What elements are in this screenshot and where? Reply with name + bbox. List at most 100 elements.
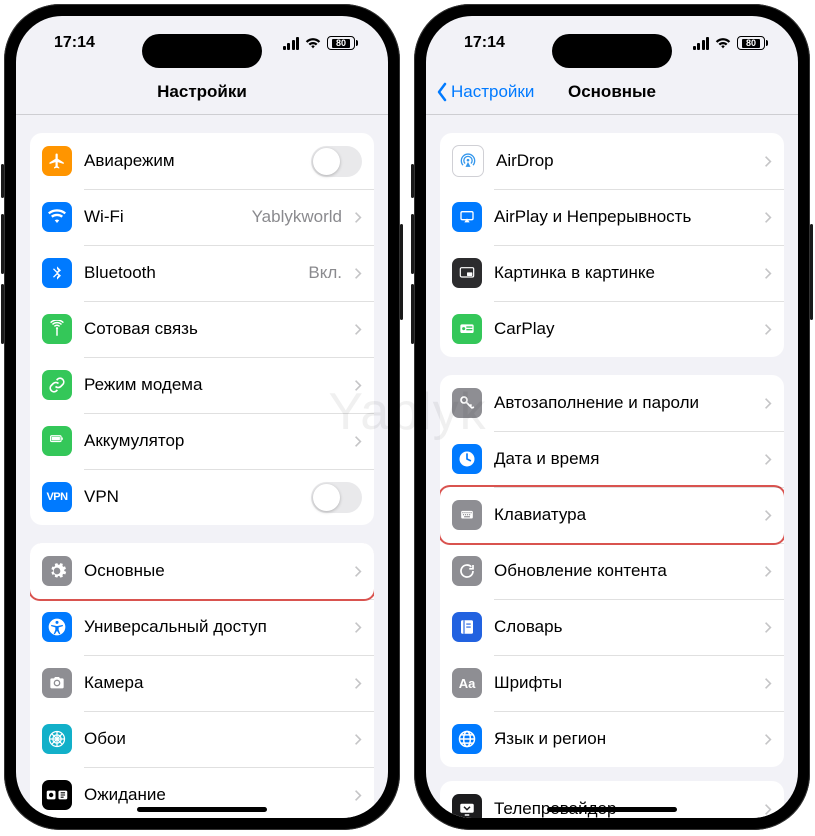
settings-row[interactable]: AaШрифты xyxy=(440,655,784,711)
battery-status-icon: 80 xyxy=(327,36,358,50)
settings-row[interactable]: AirDrop xyxy=(440,133,784,189)
settings-row[interactable]: Сотовая связь xyxy=(30,301,374,357)
content-left[interactable]: Авиарежим Wi-Fi Yablykworld BluetoothВкл. Со… xyxy=(16,115,388,818)
battery-icon xyxy=(42,426,72,456)
vol-up[interactable] xyxy=(1,214,4,274)
chevron-right-icon xyxy=(354,789,362,802)
vol-up[interactable] xyxy=(411,214,414,274)
row-label: Wi-Fi xyxy=(84,207,240,227)
power-btn[interactable] xyxy=(400,224,403,320)
signal-icon xyxy=(693,37,710,50)
wifi-status-icon xyxy=(714,36,732,50)
settings-row[interactable]: Дата и время xyxy=(440,431,784,487)
toggle-switch[interactable] xyxy=(311,482,362,513)
row-label: Обои xyxy=(84,729,342,749)
settings-row[interactable]: Режим модема xyxy=(30,357,374,413)
settings-row[interactable]: Язык и регион xyxy=(440,711,784,767)
mute-switch[interactable] xyxy=(1,164,4,198)
row-value: Yablykworld xyxy=(252,207,342,227)
chevron-right-icon xyxy=(764,509,772,522)
chevron-right-icon xyxy=(354,733,362,746)
row-label: Универсальный доступ xyxy=(84,617,342,637)
settings-row[interactable]: Wi-Fi Yablykworld xyxy=(30,189,374,245)
settings-row[interactable]: Универсальный доступ xyxy=(30,599,374,655)
row-value: Вкл. xyxy=(308,263,342,283)
link-icon xyxy=(42,370,72,400)
row-label: Ожидание xyxy=(84,785,342,805)
settings-row[interactable]: Обои xyxy=(30,711,374,767)
fonts-icon: Aa xyxy=(452,668,482,698)
row-label: VPN xyxy=(84,487,299,507)
refresh-icon xyxy=(452,556,482,586)
vpn-icon: VPN xyxy=(42,482,72,512)
row-label: Клавиатура xyxy=(494,505,752,525)
mute-switch[interactable] xyxy=(411,164,414,198)
row-label: Язык и регион xyxy=(494,729,752,749)
settings-row[interactable]: Клавиатура xyxy=(440,487,784,543)
accessibility-icon xyxy=(42,612,72,642)
key-icon xyxy=(452,388,482,418)
navbar: Настройки Основные xyxy=(426,70,798,115)
group-tv: Телепровайдер xyxy=(440,781,784,818)
status-time: 17:14 xyxy=(54,34,95,52)
chevron-right-icon xyxy=(764,397,772,410)
vol-down[interactable] xyxy=(1,284,4,344)
page-title: Основные xyxy=(568,82,656,102)
chevron-right-icon xyxy=(764,565,772,578)
settings-row[interactable]: Словарь xyxy=(440,599,784,655)
chevron-right-icon xyxy=(764,677,772,690)
chevron-right-icon xyxy=(764,155,772,168)
settings-row[interactable]: AirPlay и Непрерывность xyxy=(440,189,784,245)
toggle-switch[interactable] xyxy=(311,146,362,177)
status-time: 17:14 xyxy=(464,34,505,52)
chevron-right-icon xyxy=(764,211,772,224)
settings-row[interactable]: Обновление контента xyxy=(440,543,784,599)
chevron-right-icon xyxy=(354,621,362,634)
settings-row[interactable]: Картинка в картинке xyxy=(440,245,784,301)
settings-row[interactable]: Автозаполнение и пароли xyxy=(440,375,784,431)
row-label: Сотовая связь xyxy=(84,319,342,339)
chevron-right-icon xyxy=(764,267,772,280)
back-button[interactable]: Настройки xyxy=(436,70,534,114)
wifi-status-icon xyxy=(304,36,322,50)
content-right[interactable]: AirDropAirPlay и НепрерывностьКартинка в… xyxy=(426,115,798,818)
wallpaper-icon xyxy=(42,724,72,754)
vol-down[interactable] xyxy=(411,284,414,344)
settings-row[interactable]: Основные xyxy=(30,543,374,599)
settings-row[interactable]: Аккумулятор xyxy=(30,413,374,469)
phone-left: 17:14 80 Настройки АвиарежимWi-FiYablykw… xyxy=(4,4,400,830)
settings-row[interactable]: Авиарежим xyxy=(30,133,374,189)
chevron-right-icon xyxy=(764,733,772,746)
power-btn[interactable] xyxy=(810,224,813,320)
settings-row[interactable]: Телепровайдер xyxy=(440,781,784,818)
dynamic-island xyxy=(552,34,672,68)
signal-icon xyxy=(283,37,300,50)
carplay-icon xyxy=(452,314,482,344)
settings-row[interactable]: CarPlay xyxy=(440,301,784,357)
antenna-icon xyxy=(42,314,72,344)
row-label: Обновление контента xyxy=(494,561,752,581)
dynamic-island xyxy=(142,34,262,68)
group-system: Автозаполнение и пароли Дата и время Клави… xyxy=(440,375,784,767)
row-label: Камера xyxy=(84,673,342,693)
chevron-right-icon xyxy=(354,323,362,336)
language-icon xyxy=(452,724,482,754)
chevron-right-icon xyxy=(354,435,362,448)
settings-row[interactable]: Камера xyxy=(30,655,374,711)
clock-icon xyxy=(452,444,482,474)
chevron-right-icon xyxy=(764,803,772,816)
chevron-right-icon xyxy=(764,323,772,336)
dictionary-icon xyxy=(452,612,482,642)
settings-row[interactable]: VPN VPN xyxy=(30,469,374,525)
pip-icon xyxy=(452,258,482,288)
chevron-right-icon xyxy=(764,621,772,634)
settings-row[interactable]: BluetoothВкл. xyxy=(30,245,374,301)
row-label: Автозаполнение и пароли xyxy=(494,393,752,413)
gear-icon xyxy=(42,556,72,586)
row-label: Словарь xyxy=(494,617,752,637)
chevron-left-icon xyxy=(436,82,448,102)
home-indicator[interactable] xyxy=(547,807,677,812)
tvprovider-icon xyxy=(452,794,482,818)
home-indicator[interactable] xyxy=(137,807,267,812)
row-label: Режим модема xyxy=(84,375,342,395)
